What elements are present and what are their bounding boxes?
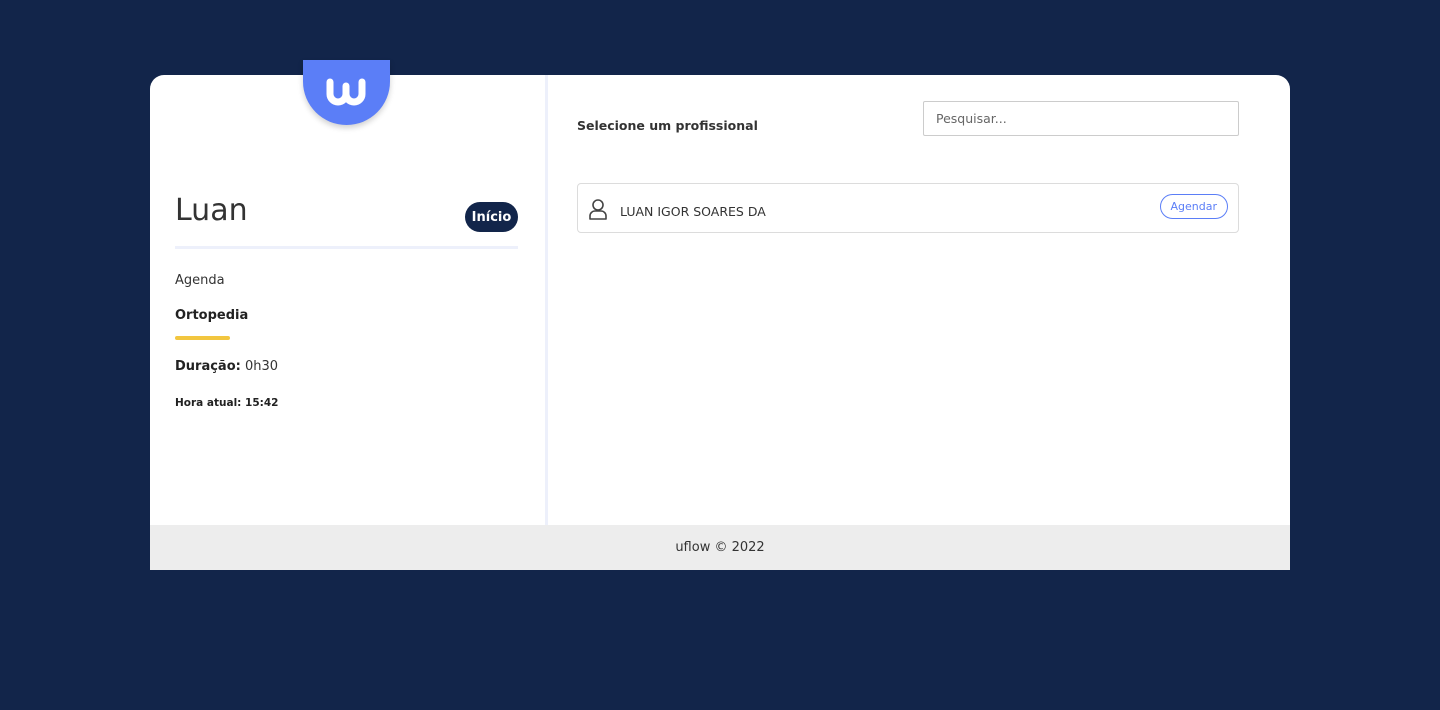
- duration-info: Duração: 0h30: [175, 359, 278, 374]
- agenda-label: Agenda: [175, 273, 225, 288]
- duration-value: 0h30: [244, 359, 279, 374]
- duration-label: Duração:: [175, 359, 241, 374]
- user-icon: [588, 198, 608, 224]
- main-card: Luan Início Agenda Ortopedia Duração: 0h…: [150, 60, 1290, 570]
- user-name: Luan: [175, 193, 248, 228]
- footer: uflow © 2022: [150, 525, 1290, 570]
- professional-row: LUAN IGOR SOARES DA Agendar: [577, 183, 1239, 233]
- page-title: Selecione um profissional: [577, 118, 758, 133]
- specialty-name: Ortopedia: [175, 308, 249, 323]
- professional-name: LUAN IGOR SOARES DA: [620, 204, 766, 219]
- home-button[interactable]: Início: [465, 202, 518, 232]
- search-input[interactable]: [923, 101, 1239, 136]
- sidebar-panel: Luan Início Agenda Ortopedia Duração: 0h…: [150, 75, 548, 525]
- footer-text: uflow © 2022: [675, 540, 765, 555]
- specialty-underline: [175, 336, 230, 340]
- current-time: Hora atual: 15:42: [175, 397, 279, 409]
- sidebar-divider: [175, 246, 518, 249]
- schedule-button[interactable]: Agendar: [1159, 194, 1228, 219]
